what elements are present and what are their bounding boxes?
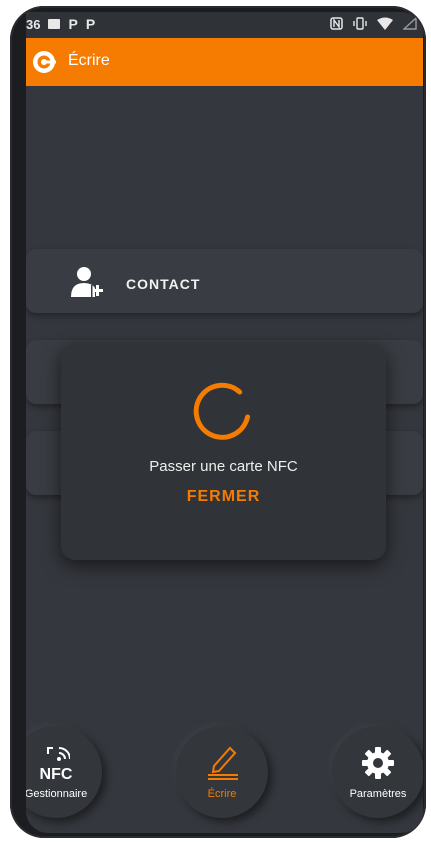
gear-icon [362, 747, 394, 779]
app-logo-icon [33, 51, 56, 73]
dialog-message: Passer une carte NFC [149, 458, 298, 475]
parking-icon: P [85, 16, 96, 32]
nfc-badge: NFC [39, 766, 73, 783]
nav-ecrire-button[interactable]: Écrire [176, 726, 268, 818]
wifi-icon [377, 17, 393, 30]
close-button[interactable]: FERMER [61, 488, 386, 506]
signal-icon [403, 17, 417, 30]
contact-card[interactable] [26, 249, 423, 313]
nfc-signal-icon [47, 747, 70, 761]
status-bar: 36 P P [26, 12, 423, 38]
nfc-icon [330, 17, 343, 30]
add-contact-icon [71, 267, 103, 297]
image-icon [48, 19, 61, 29]
nav-gestionnaire-label: Gestionnaire [26, 788, 88, 800]
nav-parametres-label: Paramètres [349, 788, 407, 800]
nav-gestionnaire-button[interactable]: NFC Gestionnaire [26, 726, 102, 818]
app-bar: Écrire [26, 38, 423, 86]
nav-parametres-button[interactable]: Paramètres [332, 726, 423, 818]
pen-write-icon [208, 746, 238, 780]
nfc-scan-dialog: Passer une carte NFC FERMER [61, 344, 386, 560]
page-title: Écrire [68, 52, 110, 69]
loading-spinner-icon [193, 382, 251, 440]
parking-icon: P [68, 16, 78, 32]
vibrate-icon [353, 17, 367, 30]
nav-ecrire-label: Écrire [207, 788, 237, 800]
status-time: 36 [26, 16, 41, 32]
app-screen: 36 P P Écrire CONTACT Passer une carte N… [26, 12, 423, 833]
contact-label: CONTACT [126, 276, 201, 292]
